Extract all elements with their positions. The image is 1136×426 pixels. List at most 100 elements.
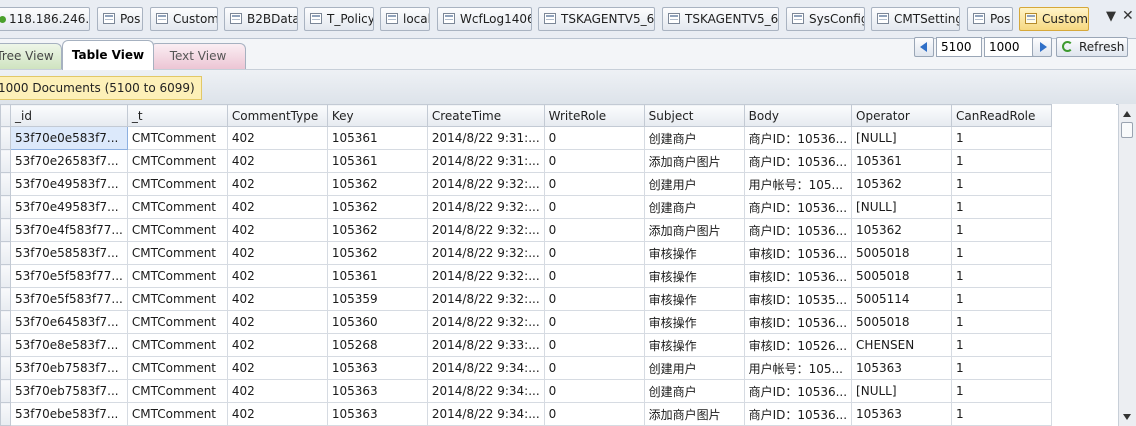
- table-row[interactable]: 53f70eb7583f7... CMTComment 402 105363 2014/…: [0, 356, 1053, 380]
- table-cell[interactable]: 2014/8/22 9:34:...: [426, 402, 545, 426]
- tab-server[interactable]: 118.186.246.70: [0, 7, 90, 31]
- table-cell[interactable]: CMTComment: [126, 126, 228, 150]
- table-cell[interactable]: 0: [543, 149, 645, 173]
- table-cell[interactable]: 105362: [851, 172, 953, 196]
- table-cell[interactable]: 402: [226, 264, 328, 288]
- table-cell[interactable]: 商户ID：10536...: [743, 218, 853, 242]
- row-header[interactable]: [0, 172, 11, 196]
- table-cell[interactable]: 53f70e8e583f7...: [10, 333, 128, 357]
- row-header[interactable]: [0, 310, 11, 334]
- table-cell[interactable]: 105362: [851, 218, 953, 242]
- table-cell[interactable]: 0: [543, 356, 645, 380]
- table-cell[interactable]: 创建商户: [643, 126, 745, 150]
- table-cell[interactable]: 105362: [326, 241, 428, 265]
- table-row[interactable]: 53f70e49583f7... CMTComment 402 105362 2014/…: [0, 195, 1053, 219]
- table-cell[interactable]: 402: [226, 356, 328, 380]
- chevron-down-icon[interactable]: ▼: [1106, 9, 1116, 24]
- table-cell[interactable]: 2014/8/22 9:31:...: [426, 149, 545, 173]
- table-cell[interactable]: 105360: [326, 310, 428, 334]
- table-cell[interactable]: 商户ID：10536...: [743, 149, 853, 173]
- table-cell[interactable]: 商户ID：10536...: [743, 379, 853, 403]
- table-cell[interactable]: 2014/8/22 9:32:...: [426, 241, 545, 265]
- table-cell[interactable]: 审核ID：10535...: [743, 287, 853, 311]
- row-header[interactable]: [0, 149, 11, 173]
- table-cell[interactable]: 审核ID：10536...: [743, 241, 853, 265]
- table-cell[interactable]: CMTComment: [126, 172, 228, 196]
- table-cell[interactable]: CMTComment: [126, 379, 228, 403]
- table-cell[interactable]: 5005018: [851, 264, 953, 288]
- table-cell[interactable]: 53f70e5f583f77...: [10, 287, 128, 311]
- table-cell[interactable]: 105363: [326, 402, 428, 426]
- table-cell[interactable]: 105362: [326, 195, 428, 219]
- column-header-commenttype[interactable]: CommentType: [226, 104, 328, 127]
- table-cell[interactable]: 105361: [326, 126, 428, 150]
- table-cell[interactable]: CMTComment: [126, 264, 228, 288]
- table-cell[interactable]: [NULL]: [851, 195, 953, 219]
- table-cell[interactable]: CMTComment: [126, 356, 228, 380]
- table-cell[interactable]: 53f70e64583f7...: [10, 310, 128, 334]
- table-cell[interactable]: 2014/8/22 9:33:...: [426, 333, 545, 357]
- table-cell[interactable]: 审核ID：10526...: [743, 333, 853, 357]
- table-cell[interactable]: 创建商户: [643, 379, 745, 403]
- table-cell[interactable]: 添加商户图片: [643, 149, 745, 173]
- table-cell[interactable]: 402: [226, 379, 328, 403]
- row-header[interactable]: [0, 402, 11, 426]
- table-row[interactable]: 53f70eb7583f7... CMTComment 402 105363 2014/…: [0, 379, 1053, 403]
- table-cell[interactable]: 2014/8/22 9:34:...: [426, 379, 545, 403]
- table-cell[interactable]: CHENSEN: [851, 333, 953, 357]
- table-cell[interactable]: 402: [226, 241, 328, 265]
- table-cell[interactable]: [NULL]: [851, 379, 953, 403]
- table-cell[interactable]: 402: [226, 333, 328, 357]
- table-cell[interactable]: 105363: [851, 356, 953, 380]
- table-cell[interactable]: 53f70e58583f7...: [10, 241, 128, 265]
- table-cell[interactable]: 0: [543, 287, 645, 311]
- tab-pos[interactable]: Pos: [97, 7, 143, 31]
- table-cell[interactable]: 402: [226, 126, 328, 150]
- next-page-button[interactable]: [1032, 37, 1052, 57]
- table-cell[interactable]: 0: [543, 172, 645, 196]
- table-cell[interactable]: 5005018: [851, 310, 953, 334]
- table-cell[interactable]: 2014/8/22 9:32:...: [426, 195, 545, 219]
- table-row[interactable]: 53f70ebe583f7... CMTComment 402 105363 2014/…: [0, 402, 1053, 426]
- table-cell[interactable]: 1: [951, 333, 1053, 357]
- table-cell[interactable]: 审核操作: [643, 333, 745, 357]
- row-header[interactable]: [0, 126, 11, 150]
- table-cell[interactable]: 2014/8/22 9:32:...: [426, 310, 545, 334]
- column-header-createtime[interactable]: CreateTime: [426, 104, 545, 127]
- table-cell[interactable]: 1: [951, 172, 1053, 196]
- table-cell[interactable]: 105361: [851, 149, 953, 173]
- table-cell[interactable]: 创建商户: [643, 195, 745, 219]
- tab-cmtsetting[interactable]: CMTSetting: [871, 7, 960, 31]
- row-header[interactable]: [0, 379, 11, 403]
- table-cell[interactable]: 105363: [326, 356, 428, 380]
- column-header-key[interactable]: Key: [326, 104, 428, 127]
- table-row[interactable]: 53f70e26583f7... CMTComment 402 105361 2014/…: [0, 149, 1053, 173]
- tab-tskagentv5-67[interactable]: TSKAGENTV5_67: [538, 7, 655, 31]
- table-cell[interactable]: 53f70e26583f7...: [10, 149, 128, 173]
- scroll-down-icon[interactable]: [1123, 414, 1131, 420]
- table-row[interactable]: 53f70e49583f7... CMTComment 402 105362 2014/…: [0, 172, 1053, 196]
- tab-wcflog1406[interactable]: WcfLog1406: [437, 7, 532, 31]
- table-cell[interactable]: 2014/8/22 9:34:...: [426, 356, 545, 380]
- table-cell[interactable]: 402: [226, 149, 328, 173]
- column-header-operator[interactable]: Operator: [851, 104, 953, 127]
- table-cell[interactable]: 1: [951, 379, 1053, 403]
- table-row[interactable]: 53f70e8e583f7... CMTComment 402 105268 2014/…: [0, 333, 1053, 357]
- table-cell[interactable]: 53f70e49583f7...: [10, 172, 128, 196]
- table-cell[interactable]: CMTComment: [126, 241, 228, 265]
- table-cell[interactable]: 402: [226, 172, 328, 196]
- table-cell[interactable]: 1: [951, 126, 1053, 150]
- table-cell[interactable]: 商户ID：10536...: [743, 195, 853, 219]
- table-cell[interactable]: 5005114: [851, 287, 953, 311]
- tab-tskagentv5-66[interactable]: TSKAGENTV5_66: [662, 7, 779, 31]
- vertical-scrollbar[interactable]: [1118, 104, 1136, 426]
- tab-t-policy[interactable]: T_Policy: [304, 7, 374, 31]
- table-cell[interactable]: 0: [543, 264, 645, 288]
- table-cell[interactable]: 0: [543, 310, 645, 334]
- table-cell[interactable]: CMTComment: [126, 310, 228, 334]
- table-cell[interactable]: 105268: [326, 333, 428, 357]
- row-header[interactable]: [0, 241, 11, 265]
- tab-text-view[interactable]: Text View: [150, 43, 246, 69]
- column-header-writerole[interactable]: WriteRole: [543, 104, 645, 127]
- table-cell[interactable]: CMTComment: [126, 333, 228, 357]
